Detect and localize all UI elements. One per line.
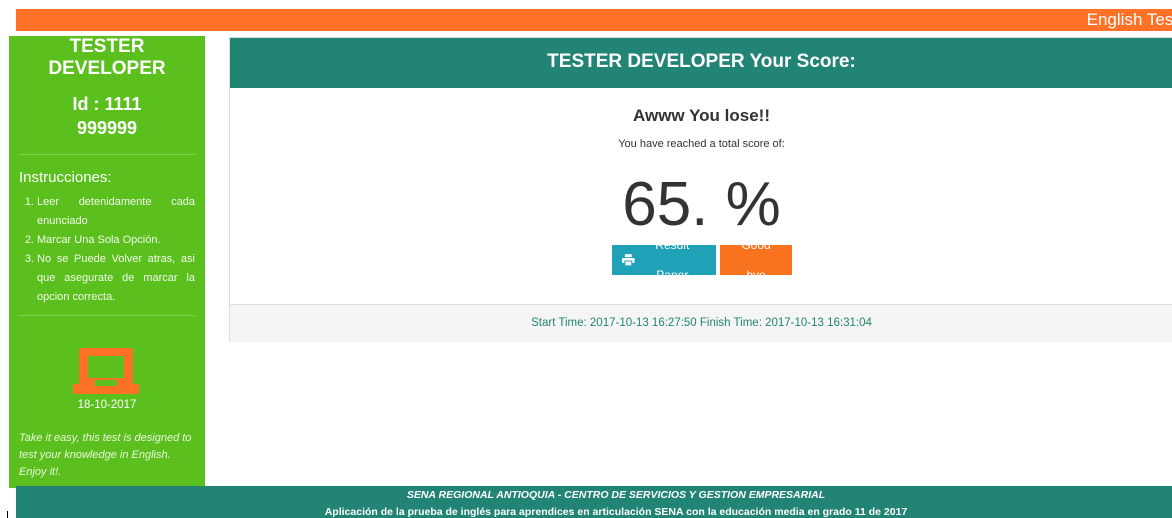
- result-message: Awww You lose!!: [633, 106, 770, 125]
- instruction-item: 2. Marcar Una Sola Opción.: [19, 231, 195, 250]
- test-times: Start Time: 2017-10-13 16:27:50 Finish T…: [531, 317, 872, 329]
- sidebar: TESTER DEVELOPER Id : 1111 999999 Instru…: [9, 36, 205, 488]
- result-paper-label: Result Paper: [655, 238, 690, 282]
- instruction-item: 1. Leer detenidamente cada enunciado: [19, 193, 195, 231]
- top-navbar: English Test: [16, 9, 1172, 31]
- user-id: Id : 1111 999999: [9, 92, 205, 140]
- score-panel: TESTER DEVELOPER Your Score: Awww You lo…: [229, 37, 1172, 342]
- good-bye-button[interactable]: Good bye: [720, 238, 792, 282]
- score-caption: You have reached a total score of:: [618, 138, 785, 150]
- result-paper-button[interactable]: Result Paper: [612, 238, 716, 282]
- user-name: TESTER DEVELOPER: [48, 36, 166, 79]
- sidebar-date: 18-10-2017: [77, 399, 137, 411]
- instruction-number: 1.: [24, 196, 34, 208]
- instruction-item: 3. No se Puede Volver atras, asi que ase…: [19, 250, 195, 307]
- instruction-text: Marcar Una Sola Opción.: [37, 234, 161, 246]
- user-id-value: 999999: [76, 118, 138, 138]
- panel-title: TESTER DEVELOPER Your Score:: [547, 51, 856, 72]
- instructions-title: Instrucciones:: [19, 169, 112, 186]
- print-icon: [622, 254, 635, 266]
- panel-heading: TESTER DEVELOPER Your Score:: [230, 38, 1172, 88]
- user-id-label: Id : 1111: [72, 94, 142, 114]
- brand-link[interactable]: English Test: [1087, 10, 1172, 30]
- monitor-icon: [73, 348, 139, 394]
- instruction-number: 3.: [24, 253, 34, 265]
- text-cursor: [7, 511, 8, 518]
- instruction-number: 2.: [24, 234, 34, 246]
- footer-description: Aplicación de la prueba de inglés para a…: [324, 506, 908, 518]
- sidebar-divider: [19, 154, 195, 155]
- sidebar-note: Take it easy, this test is designed to t…: [19, 432, 192, 478]
- footer-institution: SENA REGIONAL ANTIOQUIA - CENTRO DE SERV…: [406, 489, 826, 501]
- panel-footer: Start Time: 2017-10-13 16:27:50 Finish T…: [230, 304, 1172, 342]
- page-footer: SENA REGIONAL ANTIOQUIA - CENTRO DE SERV…: [16, 486, 1172, 518]
- good-bye-label: Good bye: [741, 238, 771, 282]
- instructions-list: 1. Leer detenidamente cada enunciado 2. …: [19, 193, 195, 307]
- instruction-text: Leer detenidamente cada enunciado: [37, 196, 195, 227]
- instruction-text: No se Puede Volver atras, asi que asegur…: [37, 253, 195, 303]
- sidebar-divider: [19, 315, 195, 316]
